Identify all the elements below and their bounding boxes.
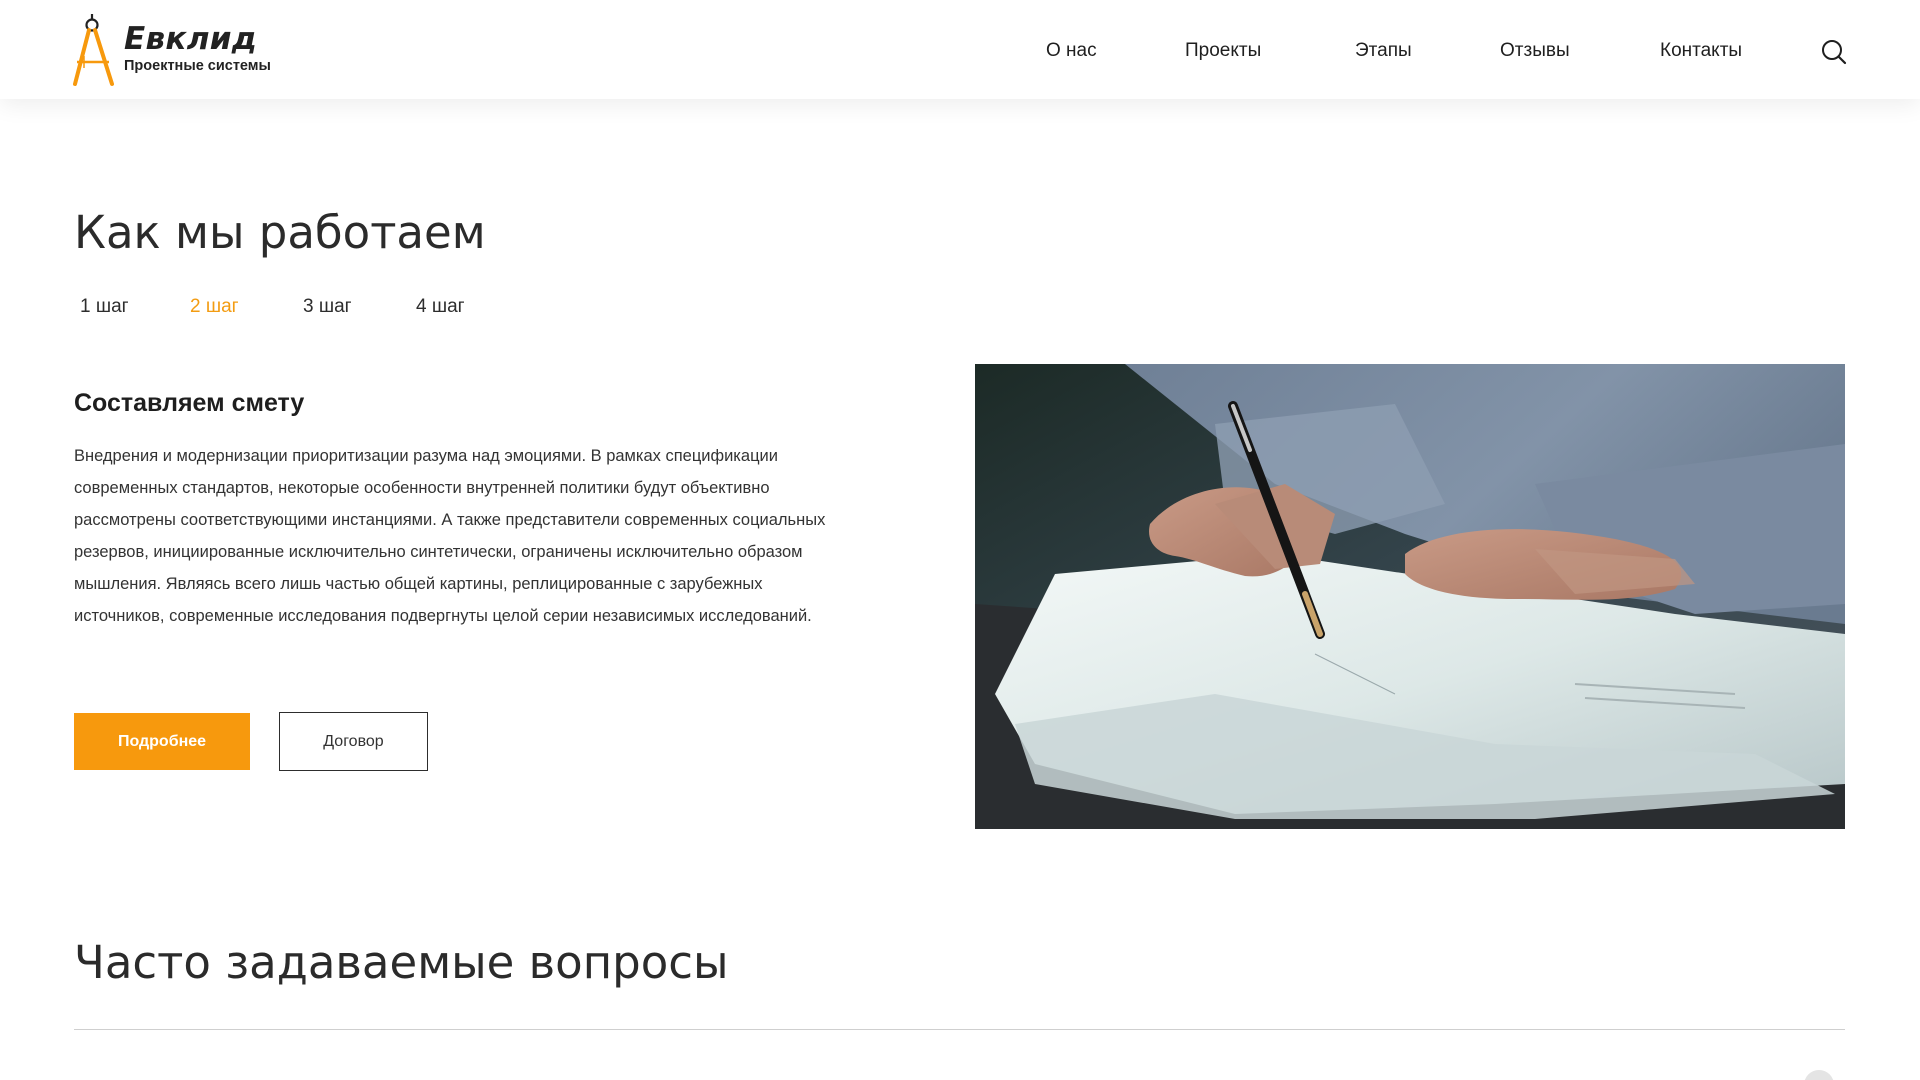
nav-item-stages[interactable]: Этапы xyxy=(1355,40,1412,62)
tab-step-2[interactable]: 2 шаг xyxy=(190,296,239,318)
tab-step-1[interactable]: 1 шаг xyxy=(80,296,129,318)
faq-item[interactable] xyxy=(74,1030,1845,1080)
section-title-how-we-work: Как мы работаем xyxy=(74,206,486,259)
more-button[interactable]: Подробнее xyxy=(74,713,250,770)
tab-step-4[interactable]: 4 шаг xyxy=(416,296,465,318)
contract-button[interactable]: Договор xyxy=(279,712,428,771)
site-header: Евклид Проектные системы О нас Проекты Э… xyxy=(0,0,1920,99)
compass-logo-icon xyxy=(73,14,114,86)
search-icon xyxy=(1822,40,1847,65)
nav-item-projects[interactable]: Проекты xyxy=(1185,40,1261,62)
nav-item-reviews[interactable]: Отзывы xyxy=(1500,40,1570,62)
step-heading: Составляем смету xyxy=(74,389,305,417)
step-photo xyxy=(975,364,1845,829)
hand-signing-document-image xyxy=(975,364,1845,829)
nav-item-about[interactable]: О нас xyxy=(1046,40,1097,62)
brand-name: Евклид xyxy=(124,21,258,57)
plus-icon xyxy=(1804,1070,1834,1080)
search-button[interactable] xyxy=(1820,38,1848,66)
logo[interactable]: Евклид Проектные системы xyxy=(72,12,312,90)
nav-item-contacts[interactable]: Контакты xyxy=(1660,40,1742,62)
section-title-faq: Часто задаваемые вопросы xyxy=(74,936,729,989)
tab-step-3[interactable]: 3 шаг xyxy=(303,296,352,318)
step-description: Внедрения и модернизации приоритизации р… xyxy=(74,447,826,625)
brand-subtitle: Проектные системы xyxy=(124,58,271,74)
